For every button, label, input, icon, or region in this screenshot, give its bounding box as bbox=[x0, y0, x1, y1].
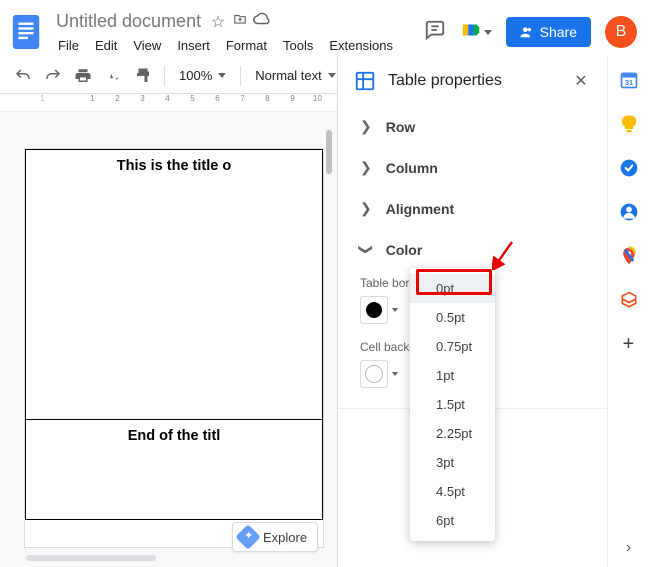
redo-button[interactable] bbox=[40, 63, 66, 89]
section-color[interactable]: ❯ Color bbox=[338, 229, 607, 270]
get-addons-button[interactable]: + bbox=[623, 334, 635, 354]
chevron-right-icon: ❯ bbox=[360, 200, 372, 217]
document-title[interactable]: Untitled document bbox=[52, 9, 205, 34]
comments-icon[interactable] bbox=[424, 19, 446, 46]
zoom-value: 100% bbox=[179, 68, 212, 83]
border-width-dropdown: 0pt0.5pt0.75pt1pt1.5pt2.25pt3pt4.5pt6pt bbox=[410, 268, 495, 541]
undo-button[interactable] bbox=[10, 63, 36, 89]
border-width-option[interactable]: 0.5pt bbox=[410, 303, 495, 332]
addon-icon[interactable] bbox=[619, 290, 639, 310]
menu-tools[interactable]: Tools bbox=[277, 36, 319, 55]
panel-title: Table properties bbox=[388, 72, 559, 90]
chevron-down-icon[interactable] bbox=[392, 372, 398, 376]
section-row-label: Row bbox=[386, 119, 416, 135]
share-button[interactable]: Share bbox=[506, 17, 591, 47]
section-color-label: Color bbox=[386, 242, 423, 258]
share-label: Share bbox=[540, 24, 577, 40]
border-width-option[interactable]: 1.5pt bbox=[410, 390, 495, 419]
app-logo[interactable] bbox=[8, 14, 44, 50]
spellcheck-button[interactable] bbox=[100, 63, 126, 89]
menu-extensions[interactable]: Extensions bbox=[323, 36, 399, 55]
star-icon[interactable]: ☆ bbox=[209, 12, 227, 32]
table-icon bbox=[354, 70, 376, 92]
border-width-option[interactable]: 2.25pt bbox=[410, 419, 495, 448]
menu-bar: File Edit View Insert Format Tools Exten… bbox=[52, 36, 424, 55]
menu-view[interactable]: View bbox=[127, 36, 167, 55]
border-width-option[interactable]: 1pt bbox=[410, 361, 495, 390]
contacts-icon[interactable] bbox=[619, 202, 639, 222]
menu-format[interactable]: Format bbox=[220, 36, 273, 55]
menu-file[interactable]: File bbox=[52, 36, 85, 55]
border-width-option[interactable]: 0.75pt bbox=[410, 332, 495, 361]
chevron-down-icon[interactable] bbox=[392, 308, 398, 312]
side-addon-bar: 31 + › bbox=[607, 56, 649, 567]
border-width-option[interactable]: 4.5pt bbox=[410, 477, 495, 506]
vertical-scrollbar[interactable] bbox=[326, 130, 332, 174]
style-value: Normal text bbox=[255, 68, 321, 83]
paragraph-style-select[interactable]: Normal text bbox=[249, 68, 341, 83]
menu-insert[interactable]: Insert bbox=[171, 36, 216, 55]
meet-button[interactable] bbox=[460, 19, 492, 46]
svg-text:31: 31 bbox=[624, 78, 632, 87]
avatar[interactable]: B bbox=[605, 16, 637, 48]
chevron-right-icon: ❯ bbox=[360, 118, 372, 135]
section-alignment[interactable]: ❯ Alignment bbox=[338, 188, 607, 229]
document-table[interactable]: This is the title o End of the titl bbox=[25, 149, 323, 520]
section-alignment-label: Alignment bbox=[386, 201, 454, 217]
paint-format-button[interactable] bbox=[130, 63, 156, 89]
menu-edit[interactable]: Edit bbox=[89, 36, 123, 55]
cloud-status-icon[interactable] bbox=[253, 12, 271, 31]
print-button[interactable] bbox=[70, 63, 96, 89]
section-column[interactable]: ❯ Column bbox=[338, 147, 607, 188]
border-width-option[interactable]: 3pt bbox=[410, 448, 495, 477]
calendar-icon[interactable]: 31 bbox=[619, 70, 639, 90]
section-row[interactable]: ❯ Row bbox=[338, 106, 607, 147]
hide-sidepanel-icon[interactable]: › bbox=[626, 539, 631, 557]
horizontal-scrollbar[interactable] bbox=[26, 555, 156, 561]
tasks-icon[interactable] bbox=[619, 158, 639, 178]
border-width-option[interactable]: 0pt bbox=[410, 274, 495, 303]
close-icon[interactable]: ✕ bbox=[571, 71, 591, 91]
chevron-right-icon: ❯ bbox=[360, 159, 372, 176]
page: This is the title o End of the titl bbox=[24, 148, 324, 548]
zoom-select[interactable]: 100% bbox=[173, 68, 232, 83]
explore-button[interactable]: Explore bbox=[232, 522, 318, 552]
maps-icon[interactable] bbox=[619, 246, 639, 266]
border-color-swatch[interactable] bbox=[360, 296, 388, 324]
cell-bg-swatch[interactable] bbox=[360, 360, 388, 388]
document-canvas[interactable]: This is the title o End of the titl bbox=[0, 112, 337, 567]
section-column-label: Column bbox=[386, 160, 438, 176]
move-icon[interactable] bbox=[231, 12, 249, 31]
explore-icon bbox=[235, 524, 260, 549]
border-width-option[interactable]: 6pt bbox=[410, 506, 495, 535]
chevron-down-icon: ❯ bbox=[357, 244, 374, 256]
table-cell-2[interactable]: End of the titl bbox=[26, 420, 323, 520]
keep-icon[interactable] bbox=[619, 114, 639, 134]
explore-label: Explore bbox=[263, 530, 307, 545]
table-cell-1[interactable]: This is the title o bbox=[26, 150, 323, 420]
